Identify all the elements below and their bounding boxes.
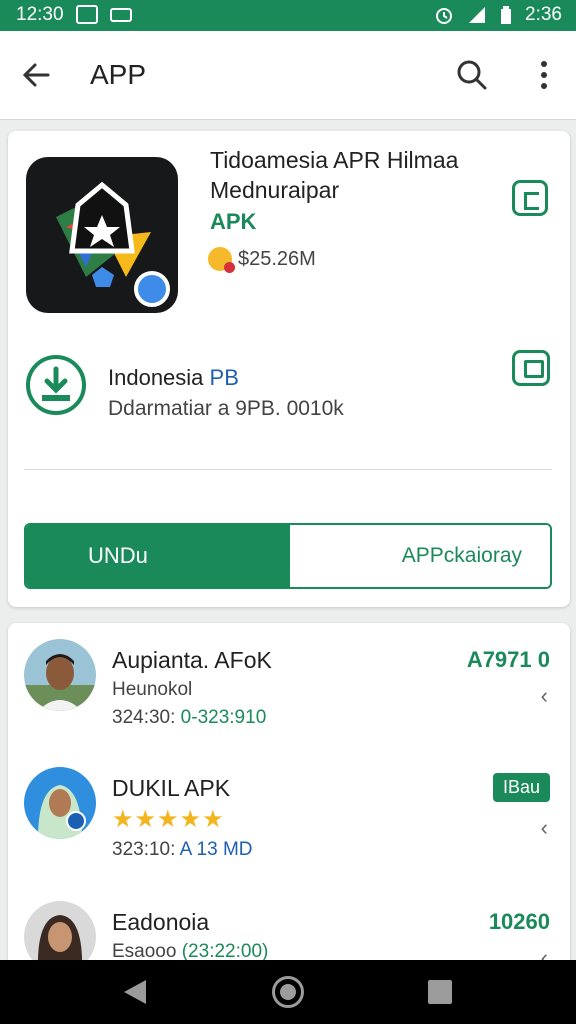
list-item-value: 10260 (488, 909, 550, 934)
list-item-meta-prefix: 323:10: (112, 839, 180, 860)
back-arrow-icon[interactable] (14, 53, 58, 97)
list-item-subtitle: Heunokol (112, 679, 193, 700)
price-value: $25.26M (238, 247, 316, 270)
search-icon[interactable] (450, 53, 494, 97)
divider (24, 469, 552, 470)
star-rating: ★★★★★ (112, 806, 225, 833)
list-item-meta-prefix: 324:30: (112, 707, 176, 728)
list-item[interactable]: Aupianta. AFoK Heunokol 324:30: 0-323:91… (8, 623, 570, 743)
app-title: Tidoamesia APR Hilmaa Mednuraipar (210, 147, 459, 203)
list-item-name: Eadonoia (112, 909, 210, 935)
list-item-name: Aupianta. AFoK (112, 647, 272, 673)
app-bar: APP (0, 31, 576, 120)
download-icon[interactable] (26, 355, 86, 415)
chevron-left-icon[interactable]: ‹ (541, 815, 548, 841)
action-button-group: UNDu APPckaioray (24, 523, 552, 589)
emoji-icon (208, 247, 235, 273)
app-icon[interactable] (26, 157, 178, 313)
battery-icon (501, 6, 512, 24)
avatar (24, 767, 96, 839)
status-clock: 2:36 (525, 4, 562, 25)
signal-icon (469, 7, 486, 23)
app-detail-card: Tidoamesia APR Hilmaa Mednuraipar APK $2… (8, 131, 570, 607)
list-item-meta-value: 0-323:910 (175, 707, 267, 728)
list-item-meta: 323:10: A 13 MD (112, 839, 253, 861)
list-item-subtitle-value: (23:22:00) (181, 941, 269, 962)
list-item[interactable]: DUKIL APK ★★★★★ 323:10: A 13 MD IBau ‹ (8, 751, 570, 871)
chat-icon[interactable] (512, 350, 550, 386)
list-item-subtitle-prefix: Esaooo (112, 941, 182, 962)
apk-label: APK (210, 209, 257, 234)
status-time: 12:30 (16, 4, 64, 25)
status-bar: 12:30 2:36 (0, 0, 576, 31)
more-vert-icon[interactable] (522, 53, 566, 97)
system-nav-bar (0, 960, 576, 1024)
app-logo-icon (56, 181, 170, 307)
alarm-icon (436, 8, 453, 24)
nav-home-icon[interactable] (272, 976, 304, 1008)
list-item-meta: 324:30: 0-323:910 (112, 707, 266, 729)
open-external-icon[interactable] (512, 180, 548, 216)
page-title: APP (90, 59, 147, 90)
list-item-meta-value: A 13 MD (179, 839, 253, 860)
nav-recent-icon[interactable] (428, 980, 452, 1004)
image-icon (76, 5, 98, 24)
download-subtitle: Ddarmatiar a 9PB. 0010k (108, 397, 344, 420)
download-title-main: Indonesia (108, 365, 210, 390)
message-icon (110, 8, 132, 22)
avatar (24, 639, 96, 711)
nav-back-icon[interactable] (124, 980, 146, 1004)
download-title-accent: PB (209, 365, 239, 390)
app-list-card: Aupianta. AFoK Heunokol 324:30: 0-323:91… (8, 623, 570, 983)
chevron-left-icon[interactable]: ‹ (541, 683, 548, 709)
list-item-value: A7971 0 (466, 647, 550, 672)
app-category-button[interactable]: APPckaioray (290, 525, 550, 587)
status-badge[interactable]: IBau (492, 773, 550, 802)
download-title: Indonesia PB (108, 365, 239, 391)
price-row: $25.26M (208, 247, 316, 273)
download-button[interactable]: UNDu (26, 525, 290, 587)
list-item-name: DUKIL APK (112, 775, 231, 801)
